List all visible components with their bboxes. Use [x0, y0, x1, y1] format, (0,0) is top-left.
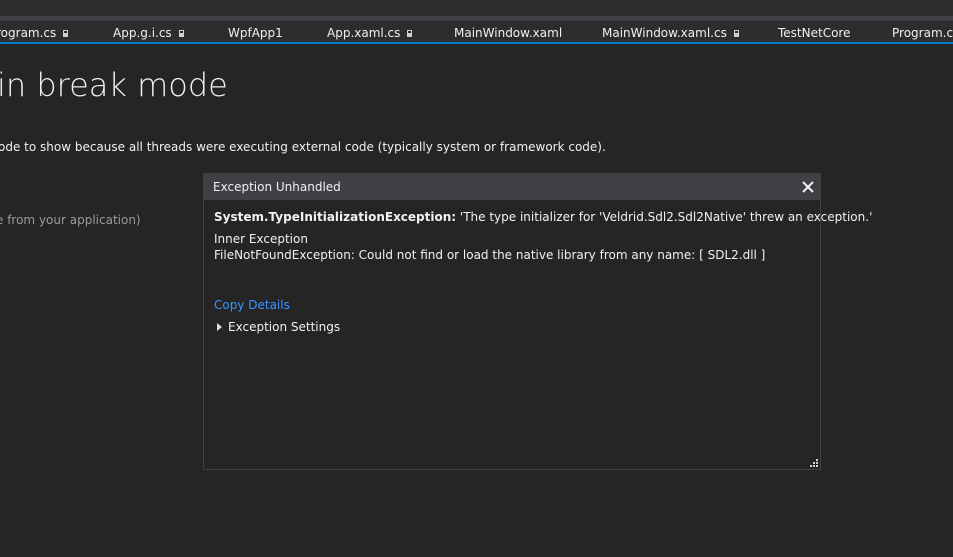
copy-details-link[interactable]: Copy Details [214, 297, 810, 313]
dialog-body: System.TypeInitializationException: 'The… [204, 200, 872, 344]
exception-dialog: Exception Unhandled System.TypeInitializ… [203, 173, 872, 470]
page-title: in break mode [0, 66, 228, 104]
pin-icon[interactable] [407, 29, 413, 37]
expand-triangle-icon [217, 323, 222, 331]
inner-exception-label: Inner Exception [214, 232, 308, 246]
exception-type: System.TypeInitializationException: [214, 210, 457, 224]
tab-mainwindow-xaml[interactable]: MainWindow.xaml [454, 25, 562, 41]
tab-label: MainWindow.xaml [454, 26, 563, 40]
title-strip [0, 0, 953, 16]
exception-message: 'The type initializer for 'Veldrid.Sdl2.… [456, 210, 873, 224]
tab-program-cs-1[interactable]: rogram.cs [0, 25, 69, 41]
pin-icon[interactable] [63, 29, 69, 37]
pin-icon[interactable] [178, 29, 184, 37]
tab-app-xaml-cs[interactable]: App.xaml.cs [327, 25, 413, 41]
pin-icon[interactable] [733, 29, 739, 37]
tab-wpfapp1[interactable]: WpfApp1 [228, 25, 283, 41]
inner-exception: Inner Exception FileNotFoundException: C… [214, 231, 810, 263]
tab-mainwindow-xaml-cs[interactable]: MainWindow.xaml.cs [602, 25, 739, 41]
document-tab-bar: rogram.cs App.g.i.cs WpfApp1 App.xaml.cs… [0, 21, 953, 42]
tab-label: App.g.i.cs [113, 26, 172, 40]
tab-label: rogram.cs [0, 26, 57, 40]
exception-settings-label: Exception Settings [228, 320, 341, 334]
tab-testnetcore[interactable]: TestNetCore [778, 25, 850, 41]
tab-label: WpfApp1 [228, 26, 283, 40]
dialog-title: Exception Unhandled [213, 180, 341, 194]
tab-program-cs-2[interactable]: Program.cs [892, 25, 953, 41]
exception-summary: System.TypeInitializationException: 'The… [214, 209, 872, 225]
show-disassembly-hint: e from your application) [0, 213, 141, 227]
tab-label: App.xaml.cs [327, 26, 401, 40]
tab-label: MainWindow.xaml.cs [602, 26, 727, 40]
resize-grip-icon[interactable] [808, 457, 818, 467]
inner-exception-message: FileNotFoundException: Could not find or… [214, 248, 766, 262]
exception-settings-expander[interactable]: Exception Settings [214, 319, 810, 335]
break-mode-description: ode to show because all threads were exe… [0, 140, 606, 154]
tab-label: TestNetCore [778, 26, 851, 40]
close-icon [802, 181, 814, 193]
tab-app-g-i-cs[interactable]: App.g.i.cs [113, 25, 184, 41]
close-button[interactable] [796, 174, 820, 200]
dialog-header: Exception Unhandled [204, 174, 820, 200]
tab-label: Program.cs [892, 26, 953, 40]
active-tab-border [0, 42, 953, 44]
